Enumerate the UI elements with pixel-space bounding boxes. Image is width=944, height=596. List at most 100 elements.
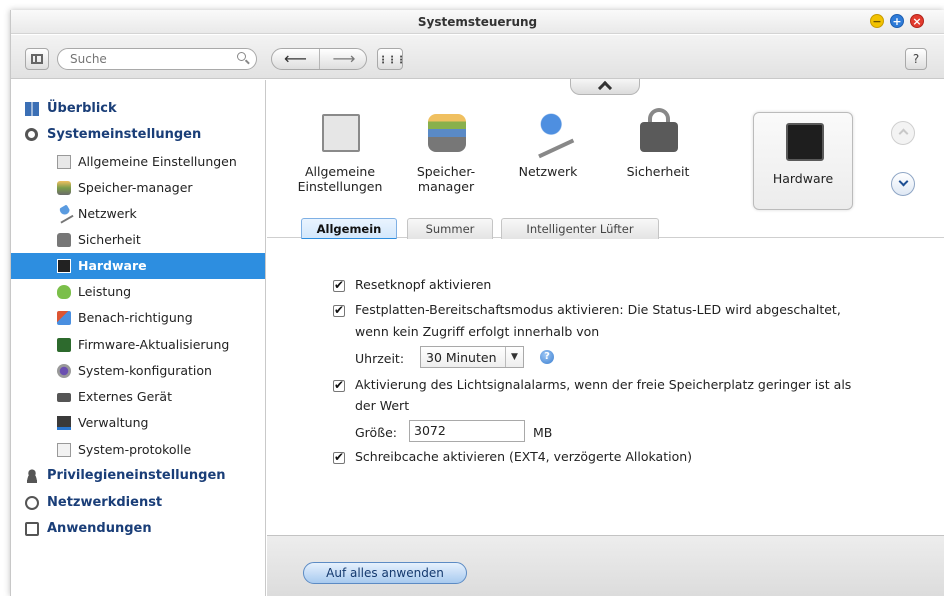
hardware-icon: [57, 259, 71, 273]
category-general-settings[interactable]: Allgemeine Einstellungen: [290, 102, 390, 206]
sidebar-item-general-settings[interactable]: Allgemeine Einstellungen: [11, 149, 265, 175]
sidebar-item-label: Speicher-manager: [78, 180, 193, 195]
help-button[interactable]: ?: [905, 48, 927, 70]
tab-intelligent-fan[interactable]: Intelligenter Lüfter: [501, 218, 659, 239]
disk-standby-checkbox[interactable]: [333, 303, 345, 317]
size-unit: MB: [533, 425, 553, 440]
sidebar-item-notification[interactable]: Benach-richtigung: [11, 305, 265, 331]
standby-time-value: 30 Minuten: [426, 350, 497, 365]
general-settings-icon: [322, 114, 360, 152]
sidebar-section-label: Systemeinstellungen: [47, 127, 202, 142]
scroll-down-button[interactable]: [891, 172, 915, 196]
apply-all-button[interactable]: Auf alles anwenden: [303, 562, 467, 584]
overview-icon: [25, 102, 39, 116]
sidebar-item-label: Leistung: [78, 284, 132, 299]
search-box[interactable]: [57, 48, 257, 70]
settings-panel: Resetknopf aktivieren Festplatten-Bereit…: [267, 239, 944, 534]
app-grid-button[interactable]: ⋮⋮⋮: [377, 48, 406, 70]
sidebar-item-label: Externes Gerät: [78, 389, 172, 404]
notification-icon: [57, 311, 71, 325]
chevron-up-icon: [597, 80, 613, 96]
control-panel-window: Systemsteuerung − + × ⟵ ⟶ ⋮⋮⋮ ? Überblic…: [10, 10, 944, 596]
sidebar-item-label: Sicherheit: [78, 232, 141, 247]
close-icon[interactable]: ×: [910, 14, 924, 28]
size-label: Größe:: [355, 425, 397, 440]
write-cache-checkbox[interactable]: [333, 450, 345, 464]
category-label-line: Hardware: [772, 171, 834, 186]
category-label: Speicher- manager: [396, 164, 496, 194]
toggle-sidebar-button[interactable]: [25, 48, 49, 70]
disk-standby-label-line2: wenn kein Zugriff erfolgt innerhalb von: [355, 324, 600, 339]
sidebar-item-label: Netzwerk: [78, 206, 137, 221]
sidebar-section-overview[interactable]: Überblick: [11, 96, 265, 122]
category-storage-manager[interactable]: Speicher- manager: [396, 102, 496, 206]
network-icon: [54, 204, 74, 224]
gear-icon: [25, 128, 38, 141]
chevron-down-icon: [898, 176, 908, 187]
lock-icon: [57, 233, 71, 247]
sidebar-item-hardware[interactable]: Hardware: [11, 253, 265, 279]
apps-icon: [25, 522, 39, 536]
category-hardware[interactable]: Hardware: [753, 112, 853, 210]
sidebar-item-external-device[interactable]: Externes Gerät: [11, 384, 265, 410]
standby-time-select[interactable]: 30 Minuten ▼: [420, 346, 524, 368]
tab-allgemein[interactable]: Allgemein: [301, 218, 397, 241]
sidebar: Überblick Systemeinstellungen Allgemeine…: [11, 80, 266, 596]
category-security[interactable]: Sicherheit: [608, 102, 708, 206]
light-alarm-label-line2: der Wert: [355, 398, 410, 413]
search-icon[interactable]: [237, 52, 246, 61]
category-label: Netzwerk: [498, 164, 598, 179]
footer-bar: Auf alles anwenden: [267, 535, 944, 596]
sidebar-item-network[interactable]: Netzwerk: [11, 201, 265, 227]
category-label-line: Netzwerk: [518, 164, 578, 179]
disk-standby-label-line1: Festplatten-Bereitschaftsmodus aktiviere…: [355, 302, 841, 317]
light-alarm-label-line1: Aktivierung des Lichtsignalalarms, wenn …: [355, 377, 852, 392]
sidebar-section-network-service[interactable]: Netzwerkdienst: [11, 490, 265, 516]
help-icon[interactable]: ?: [540, 350, 554, 364]
sidebar-item-performance[interactable]: Leistung: [11, 279, 265, 305]
settings-doc-icon: [57, 155, 71, 169]
sidebar-item-administration[interactable]: Verwaltung: [11, 410, 265, 436]
write-cache-label: Schreibcache aktivieren (EXT4, verzögert…: [355, 449, 693, 464]
scroll-up-button[interactable]: [891, 121, 915, 145]
category-label-line: Allgemeine: [304, 164, 376, 179]
title-bar[interactable]: Systemsteuerung − + ×: [11, 10, 944, 34]
sidebar-item-storage-manager[interactable]: Speicher-manager: [11, 175, 265, 201]
reset-button-checkbox[interactable]: [333, 278, 345, 292]
sidebar-section-label: Anwendungen: [47, 521, 152, 536]
category-label-line: Einstellungen: [297, 179, 383, 194]
collapse-iconbar-button[interactable]: [570, 79, 640, 96]
tab-summer[interactable]: Summer: [407, 218, 493, 239]
category-icon-bar: Allgemeine Einstellungen Speicher- manag…: [267, 79, 944, 241]
minimize-icon[interactable]: −: [870, 14, 884, 28]
light-alarm-checkbox[interactable]: [333, 378, 345, 392]
category-label: Allgemeine Einstellungen: [290, 164, 390, 194]
sidebar-item-label: Hardware: [78, 258, 147, 273]
reset-button-label: Resetknopf aktivieren: [355, 277, 492, 292]
maximize-icon[interactable]: +: [890, 14, 904, 28]
external-device-icon: [57, 393, 71, 402]
sidebar-item-firmware-update[interactable]: Firmware-Aktualisierung: [11, 332, 265, 358]
system-config-icon: [57, 364, 71, 378]
sidebar-section-system-settings[interactable]: Systemeinstellungen: [11, 122, 265, 148]
back-button[interactable]: ⟵: [272, 49, 320, 69]
sidebar-section-label: Überblick: [47, 101, 117, 116]
sidebar-item-system-config[interactable]: System-konfiguration: [11, 358, 265, 384]
sidebar-toggle-icon: [31, 54, 43, 64]
category-label: Hardware: [754, 171, 852, 186]
search-input[interactable]: [70, 52, 220, 66]
forward-button[interactable]: ⟶: [320, 49, 366, 69]
category-label-line: Speicher-: [416, 164, 476, 179]
window-title: Systemsteuerung: [417, 15, 538, 29]
category-network[interactable]: Netzwerk: [498, 102, 598, 206]
sidebar-item-security[interactable]: Sicherheit: [11, 227, 265, 253]
sidebar-item-label: Firmware-Aktualisierung: [78, 337, 230, 352]
sidebar-section-privilege-settings[interactable]: Privilegieneinstellungen: [11, 463, 265, 489]
sidebar-item-system-logs[interactable]: System-protokolle: [11, 437, 265, 463]
size-input[interactable]: 3072: [409, 420, 525, 442]
log-icon: [57, 443, 71, 457]
navigation-buttons: ⟵ ⟶: [271, 48, 367, 70]
sidebar-section-applications[interactable]: Anwendungen: [11, 516, 265, 542]
hardware-icon: [786, 123, 824, 161]
sidebar-item-label: System-protokolle: [78, 442, 192, 457]
